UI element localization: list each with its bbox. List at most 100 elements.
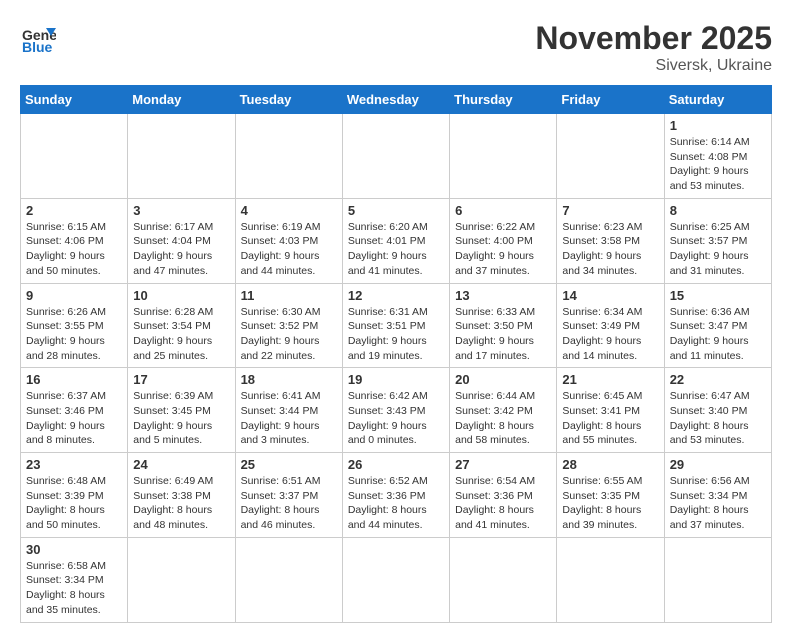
calendar-day-cell: 28Sunrise: 6:55 AM Sunset: 3:35 PM Dayli… bbox=[557, 453, 664, 538]
calendar-week-row: 23 Sunrise: 6:48 AM Sunset: 3:39 PM Dayli… bbox=[21, 453, 772, 538]
calendar-day-cell bbox=[128, 114, 235, 199]
day-sun-info: Sunrise: 6:25 AM Sunset: 3:57 PM Dayligh… bbox=[670, 220, 766, 279]
day-sun-info: Sunrise: 6:30 AM Sunset: 3:52 PM Dayligh… bbox=[241, 305, 337, 364]
calendar-day-cell: 12 Sunrise: 6:31 AM Sunset: 3:51 PM Dayli… bbox=[342, 283, 449, 368]
weekday-header-cell: Friday bbox=[557, 86, 664, 114]
day-number: 20 bbox=[455, 372, 551, 387]
weekday-header-row: SundayMondayTuesdayWednesdayThursdayFrid… bbox=[21, 86, 772, 114]
day-sun-info: Sunrise: 6:36 AM Sunset: 3:47 PM Dayligh… bbox=[670, 305, 766, 364]
day-sun-info: Sunrise: 6:31 AM Sunset: 3:51 PM Dayligh… bbox=[348, 305, 444, 364]
day-number: 24 bbox=[133, 457, 229, 472]
calendar-day-cell bbox=[235, 114, 342, 199]
calendar-day-cell: 4 Sunrise: 6:19 AM Sunset: 4:03 PM Daylig… bbox=[235, 198, 342, 283]
calendar-day-cell: 13Sunrise: 6:33 AM Sunset: 3:50 PM Dayli… bbox=[450, 283, 557, 368]
day-sun-info: Sunrise: 6:23 AM Sunset: 3:58 PM Dayligh… bbox=[562, 220, 658, 279]
calendar-day-cell: 1 Sunrise: 6:14 AM Sunset: 4:08 PM Daylig… bbox=[664, 114, 771, 199]
calendar-day-cell: 7 Sunrise: 6:23 AM Sunset: 3:58 PM Daylig… bbox=[557, 198, 664, 283]
weekday-header-cell: Saturday bbox=[664, 86, 771, 114]
calendar-week-row: 2 Sunrise: 6:15 AM Sunset: 4:06 PM Daylig… bbox=[21, 198, 772, 283]
calendar-body: 1 Sunrise: 6:14 AM Sunset: 4:08 PM Daylig… bbox=[21, 114, 772, 623]
day-sun-info: Sunrise: 6:14 AM Sunset: 4:08 PM Dayligh… bbox=[670, 135, 766, 194]
day-sun-info: Sunrise: 6:26 AM Sunset: 3:55 PM Dayligh… bbox=[26, 305, 122, 364]
day-sun-info: Sunrise: 6:49 AM Sunset: 3:38 PM Dayligh… bbox=[133, 474, 229, 533]
weekday-header-cell: Wednesday bbox=[342, 86, 449, 114]
day-sun-info: Sunrise: 6:15 AM Sunset: 4:06 PM Dayligh… bbox=[26, 220, 122, 279]
title-block: November 2025 Siversk, Ukraine bbox=[535, 20, 772, 75]
calendar-day-cell bbox=[664, 537, 771, 622]
calendar-day-cell: 23 Sunrise: 6:48 AM Sunset: 3:39 PM Dayli… bbox=[21, 453, 128, 538]
day-number: 7 bbox=[562, 203, 658, 218]
calendar-day-cell bbox=[128, 537, 235, 622]
calendar-day-cell: 18 Sunrise: 6:41 AM Sunset: 3:44 PM Dayli… bbox=[235, 368, 342, 453]
day-number: 12 bbox=[348, 288, 444, 303]
day-sun-info: Sunrise: 6:33 AM Sunset: 3:50 PM Dayligh… bbox=[455, 305, 551, 364]
day-sun-info: Sunrise: 6:20 AM Sunset: 4:01 PM Dayligh… bbox=[348, 220, 444, 279]
day-number: 17 bbox=[133, 372, 229, 387]
calendar-day-cell: 25Sunrise: 6:51 AM Sunset: 3:37 PM Dayli… bbox=[235, 453, 342, 538]
calendar-week-row: 30Sunrise: 6:58 AM Sunset: 3:34 PM Dayli… bbox=[21, 537, 772, 622]
calendar-day-cell: 2 Sunrise: 6:15 AM Sunset: 4:06 PM Daylig… bbox=[21, 198, 128, 283]
day-number: 25 bbox=[241, 457, 337, 472]
day-sun-info: Sunrise: 6:56 AM Sunset: 3:34 PM Dayligh… bbox=[670, 474, 766, 533]
calendar-day-cell: 26Sunrise: 6:52 AM Sunset: 3:36 PM Dayli… bbox=[342, 453, 449, 538]
day-number: 5 bbox=[348, 203, 444, 218]
calendar-day-cell: 8Sunrise: 6:25 AM Sunset: 3:57 PM Daylig… bbox=[664, 198, 771, 283]
day-sun-info: Sunrise: 6:45 AM Sunset: 3:41 PM Dayligh… bbox=[562, 389, 658, 448]
day-sun-info: Sunrise: 6:55 AM Sunset: 3:35 PM Dayligh… bbox=[562, 474, 658, 533]
calendar-week-row: 16 Sunrise: 6:37 AM Sunset: 3:46 PM Dayli… bbox=[21, 368, 772, 453]
day-sun-info: Sunrise: 6:39 AM Sunset: 3:45 PM Dayligh… bbox=[133, 389, 229, 448]
day-number: 14 bbox=[562, 288, 658, 303]
calendar-day-cell: 29 Sunrise: 6:56 AM Sunset: 3:34 PM Dayli… bbox=[664, 453, 771, 538]
calendar-day-cell: 5 Sunrise: 6:20 AM Sunset: 4:01 PM Daylig… bbox=[342, 198, 449, 283]
day-sun-info: Sunrise: 6:42 AM Sunset: 3:43 PM Dayligh… bbox=[348, 389, 444, 448]
weekday-header-cell: Tuesday bbox=[235, 86, 342, 114]
day-number: 2 bbox=[26, 203, 122, 218]
day-number: 23 bbox=[26, 457, 122, 472]
logo-icon: General Blue bbox=[20, 20, 56, 56]
day-number: 26 bbox=[348, 457, 444, 472]
logo: General Blue bbox=[20, 20, 56, 56]
day-sun-info: Sunrise: 6:34 AM Sunset: 3:49 PM Dayligh… bbox=[562, 305, 658, 364]
svg-text:Blue: Blue bbox=[22, 39, 53, 55]
day-sun-info: Sunrise: 6:28 AM Sunset: 3:54 PM Dayligh… bbox=[133, 305, 229, 364]
day-number: 27 bbox=[455, 457, 551, 472]
day-sun-info: Sunrise: 6:41 AM Sunset: 3:44 PM Dayligh… bbox=[241, 389, 337, 448]
day-sun-info: Sunrise: 6:19 AM Sunset: 4:03 PM Dayligh… bbox=[241, 220, 337, 279]
calendar-day-cell: 20 Sunrise: 6:44 AM Sunset: 3:42 PM Dayli… bbox=[450, 368, 557, 453]
day-sun-info: Sunrise: 6:48 AM Sunset: 3:39 PM Dayligh… bbox=[26, 474, 122, 533]
calendar-day-cell: 6Sunrise: 6:22 AM Sunset: 4:00 PM Daylig… bbox=[450, 198, 557, 283]
day-number: 9 bbox=[26, 288, 122, 303]
calendar-week-row: 9 Sunrise: 6:26 AM Sunset: 3:55 PM Daylig… bbox=[21, 283, 772, 368]
calendar-day-cell: 11Sunrise: 6:30 AM Sunset: 3:52 PM Dayli… bbox=[235, 283, 342, 368]
day-sun-info: Sunrise: 6:47 AM Sunset: 3:40 PM Dayligh… bbox=[670, 389, 766, 448]
day-number: 18 bbox=[241, 372, 337, 387]
day-number: 1 bbox=[670, 118, 766, 133]
calendar-week-row: 1 Sunrise: 6:14 AM Sunset: 4:08 PM Daylig… bbox=[21, 114, 772, 199]
day-sun-info: Sunrise: 6:37 AM Sunset: 3:46 PM Dayligh… bbox=[26, 389, 122, 448]
calendar-day-cell: 14 Sunrise: 6:34 AM Sunset: 3:49 PM Dayli… bbox=[557, 283, 664, 368]
page-header: General Blue November 2025 Siversk, Ukra… bbox=[20, 20, 772, 75]
calendar-table: SundayMondayTuesdayWednesdayThursdayFrid… bbox=[20, 85, 772, 623]
calendar-day-cell: 17 Sunrise: 6:39 AM Sunset: 3:45 PM Dayli… bbox=[128, 368, 235, 453]
day-number: 21 bbox=[562, 372, 658, 387]
calendar-day-cell: 9 Sunrise: 6:26 AM Sunset: 3:55 PM Daylig… bbox=[21, 283, 128, 368]
calendar-day-cell: 30Sunrise: 6:58 AM Sunset: 3:34 PM Dayli… bbox=[21, 537, 128, 622]
calendar-day-cell bbox=[342, 114, 449, 199]
day-number: 16 bbox=[26, 372, 122, 387]
calendar-day-cell bbox=[235, 537, 342, 622]
calendar-day-cell bbox=[450, 537, 557, 622]
location-subtitle: Siversk, Ukraine bbox=[535, 57, 772, 75]
calendar-day-cell bbox=[342, 537, 449, 622]
day-number: 29 bbox=[670, 457, 766, 472]
day-number: 6 bbox=[455, 203, 551, 218]
calendar-day-cell bbox=[557, 537, 664, 622]
calendar-day-cell: 24 Sunrise: 6:49 AM Sunset: 3:38 PM Dayli… bbox=[128, 453, 235, 538]
day-sun-info: Sunrise: 6:44 AM Sunset: 3:42 PM Dayligh… bbox=[455, 389, 551, 448]
calendar-day-cell bbox=[450, 114, 557, 199]
calendar-day-cell: 10 Sunrise: 6:28 AM Sunset: 3:54 PM Dayli… bbox=[128, 283, 235, 368]
month-year-title: November 2025 bbox=[535, 20, 772, 57]
day-number: 10 bbox=[133, 288, 229, 303]
calendar-day-cell: 22Sunrise: 6:47 AM Sunset: 3:40 PM Dayli… bbox=[664, 368, 771, 453]
day-number: 30 bbox=[26, 542, 122, 557]
day-number: 4 bbox=[241, 203, 337, 218]
